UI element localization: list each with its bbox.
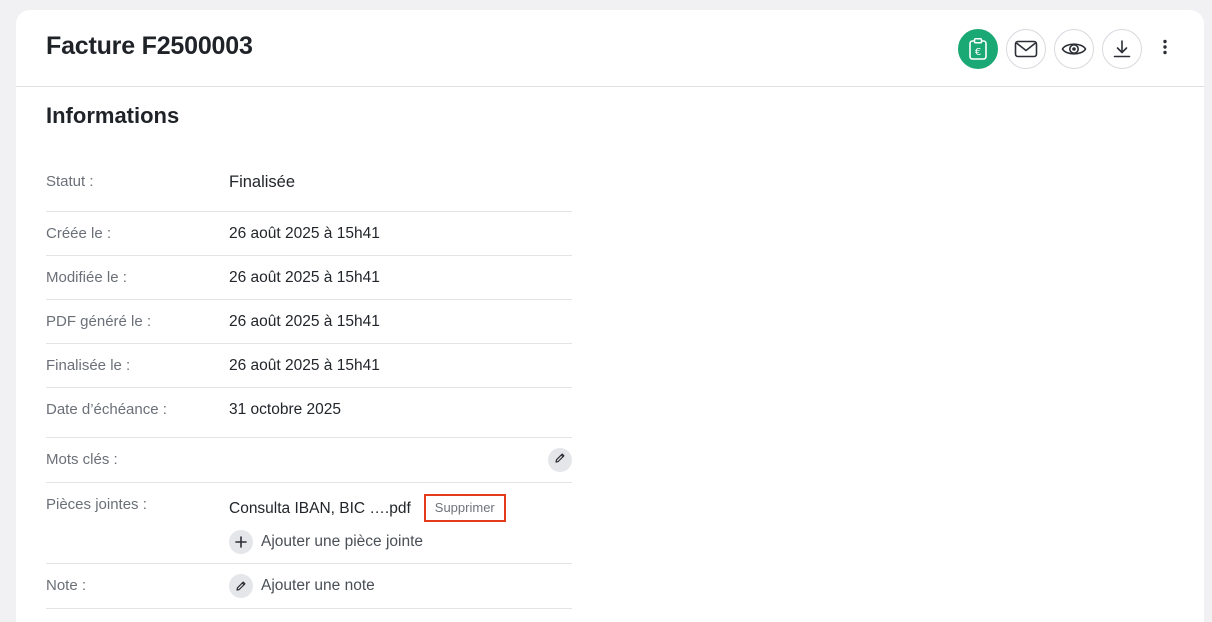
attachments-list: Consulta IBAN, BIC ….pdf Supprimer Ajout… <box>229 494 506 554</box>
pencil-icon <box>554 451 566 469</box>
clipboard-euro-icon: € <box>967 37 989 61</box>
attachment-item: Consulta IBAN, BIC ….pdf Supprimer <box>229 494 506 522</box>
keywords-label: Mots clés : <box>46 451 118 468</box>
created-row: Créée le : 26 août 2025 à 15h41 <box>46 212 572 256</box>
pencil-icon <box>229 574 253 598</box>
section-title: Informations <box>46 103 180 128</box>
download-button[interactable] <box>1102 29 1142 69</box>
status-row: Statut : Finalisée <box>46 153 572 212</box>
note-row: Note : Ajouter une note <box>46 564 572 609</box>
due-date-row: Date d’échéance : 31 octobre 2025 <box>46 388 572 438</box>
add-attachment-label: Ajouter une pièce jointe <box>261 533 424 550</box>
edit-keywords-button[interactable] <box>548 448 572 472</box>
pdf-generated-label: PDF généré le : <box>46 313 152 330</box>
status-value: Finalisée <box>229 173 296 191</box>
modified-row: Modifiée le : 26 août 2025 à 15h41 <box>46 256 572 300</box>
card-header: Facture F2500003 € <box>16 10 1204 87</box>
download-icon <box>1112 39 1132 59</box>
status-label: Statut : <box>46 173 94 190</box>
due-date-value: 31 octobre 2025 <box>229 401 342 418</box>
pdf-generated-value: 26 août 2025 à 15h41 <box>229 313 380 330</box>
more-options-button[interactable] <box>1150 29 1180 69</box>
delete-attachment-button[interactable]: Supprimer <box>423 494 506 522</box>
svg-text:€: € <box>975 47 981 58</box>
plus-icon <box>229 530 253 554</box>
pdf-generated-row: PDF généré le : 26 août 2025 à 15h41 <box>46 300 572 344</box>
created-label: Créée le : <box>46 225 112 242</box>
envelope-icon <box>1014 40 1038 58</box>
send-email-button[interactable] <box>1006 29 1046 69</box>
informations-section: Informations Statut : Finalisée Créée le… <box>46 101 572 609</box>
finalized-row: Finalisée le : 26 août 2025 à 15h41 <box>46 344 572 388</box>
add-attachment-button[interactable]: Ajouter une pièce jointe <box>229 530 506 554</box>
preview-button[interactable] <box>1054 29 1094 69</box>
eye-icon <box>1061 40 1087 58</box>
finalized-value: 26 août 2025 à 15h41 <box>229 357 380 374</box>
add-note-label: Ajouter une note <box>261 577 375 594</box>
attachments-row: Pièces jointes : Consulta IBAN, BIC ….pd… <box>46 483 572 564</box>
keywords-row: Mots clés : <box>46 438 572 483</box>
add-note-button[interactable]: Ajouter une note <box>229 574 375 598</box>
invoice-card: Facture F2500003 € Informations Statut:… <box>16 10 1204 622</box>
attachment-file-link[interactable]: Consulta IBAN, BIC ….pdf <box>229 500 411 518</box>
payment-button[interactable]: € <box>958 29 998 69</box>
attachments-label: Pièces jointes : <box>46 496 147 513</box>
created-value: 26 août 2025 à 15h41 <box>229 225 380 242</box>
note-label: Note : <box>46 577 87 594</box>
header-actions: € <box>958 29 1180 69</box>
modified-label: Modifiée le : <box>46 269 127 286</box>
finalized-label: Finalisée le : <box>46 357 131 374</box>
due-date-label: Date d’échéance : <box>46 401 167 418</box>
modified-value: 26 août 2025 à 15h41 <box>229 269 380 286</box>
page-title: Facture F2500003 <box>46 32 253 60</box>
more-vertical-icon <box>1163 39 1167 60</box>
